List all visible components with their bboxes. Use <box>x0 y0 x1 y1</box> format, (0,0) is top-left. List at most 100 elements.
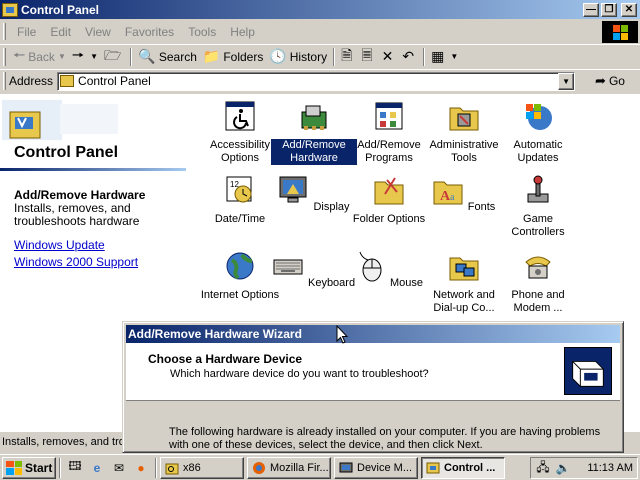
control-panel-icon <box>60 75 75 87</box>
forward-arrow-icon: 🠖 <box>71 46 85 63</box>
go-arrow-icon: ➦ <box>595 73 606 88</box>
accessibility-icon <box>225 101 255 131</box>
item-automatic-updates[interactable]: Automatic Updates <box>495 100 581 165</box>
move-to-icon: 🗎 <box>341 46 353 63</box>
move-to-button[interactable]: 🗎 <box>338 46 358 68</box>
show-desktop-icon[interactable]: 🖽 <box>66 459 84 477</box>
menu-edit[interactable]: Edit <box>43 25 78 39</box>
menu-favorites[interactable]: Favorites <box>118 25 181 39</box>
menu-view[interactable]: View <box>78 25 118 39</box>
toolbar-separator <box>130 47 133 66</box>
addressbar-grip[interactable] <box>3 72 6 90</box>
go-button[interactable]: ➦ Go <box>595 73 625 89</box>
menu-help[interactable]: Help <box>223 25 262 39</box>
undo-icon: ↶ <box>402 48 415 64</box>
hardware-icon <box>301 105 327 130</box>
item-label: Game Controllers <box>511 213 565 238</box>
outlook-icon[interactable]: ✉ <box>110 459 128 477</box>
views-button[interactable]: ▦ ▼ <box>428 46 461 68</box>
calendar-icon: 12 <box>226 176 252 203</box>
restore-button[interactable]: ❐ <box>601 2 617 17</box>
toolbar-grip[interactable] <box>3 47 6 66</box>
selected-item-title: Add/Remove Hardware <box>14 188 146 202</box>
title-bar[interactable]: Control Panel — ❐ ✕ <box>0 0 640 19</box>
address-dropdown-button[interactable]: ▼ <box>558 72 575 90</box>
copy-to-button[interactable]: 🗏 <box>358 46 378 68</box>
chevron-down-icon: ▼ <box>450 52 459 61</box>
header-art <box>2 100 118 140</box>
wizard-subheading: Which hardware device do you want to tro… <box>170 368 429 380</box>
toolbar-separator <box>423 47 426 66</box>
back-arrow-icon: 🠔 <box>13 46 26 63</box>
windows-update-link[interactable]: Windows Update <box>14 238 105 252</box>
history-button[interactable]: 🕓 History <box>266 46 330 68</box>
item-keyboard[interactable]: Keyboard <box>271 250 357 290</box>
delete-button[interactable]: ✕ <box>379 46 400 68</box>
undo-button[interactable]: ↶ <box>399 46 420 68</box>
svg-text:a: a <box>450 192 455 203</box>
item-display[interactable]: Display <box>271 174 357 214</box>
forward-button[interactable]: 🠖 ▼ <box>69 46 101 68</box>
item-mouse[interactable]: Mouse <box>346 250 432 290</box>
menubar-grip[interactable] <box>3 23 6 40</box>
wizard-title: Add/Remove Hardware Wizard <box>128 327 302 341</box>
item-game-controllers[interactable]: Game Controllers <box>495 174 581 239</box>
close-button[interactable]: ✕ <box>621 2 637 17</box>
item-label: Phone and Modem ... <box>511 289 565 314</box>
programs-icon <box>375 102 403 130</box>
firefox-icon[interactable]: ● <box>132 459 150 477</box>
item-folder-options[interactable]: Folder Options <box>346 174 432 226</box>
item-label: Fonts <box>467 201 496 213</box>
item-phone-modem[interactable]: Phone and Modem ... <box>495 250 581 315</box>
search-button[interactable]: 🔍 Search <box>135 46 199 68</box>
item-add-remove-hardware[interactable]: Add/Remove Hardware <box>271 100 357 165</box>
item-label: Internet Options <box>200 289 280 301</box>
taskbar: Start 🖽 e ✉ ● x86 Mozilla Fir... Device … <box>0 454 640 480</box>
quicklaunch-separator <box>59 457 61 478</box>
up-folder-button[interactable]: 🗁 <box>101 46 127 68</box>
delete-icon: ✕ <box>381 48 394 64</box>
fonts-icon: A a <box>433 181 463 205</box>
history-icon: 🕓 <box>269 48 287 64</box>
quicklaunch-separator <box>155 457 157 478</box>
ie-icon[interactable]: e <box>88 459 106 477</box>
address-field[interactable]: Control Panel ▼ <box>57 71 576 91</box>
task-device-manager[interactable]: Device M... <box>334 456 418 479</box>
folders-label: Folders <box>223 49 264 64</box>
task-x86[interactable]: x86 <box>160 456 244 479</box>
address-label: Address <box>9 74 54 88</box>
back-button[interactable]: 🠔 Back ▼ <box>10 46 69 68</box>
up-folder-icon: 🗁 <box>104 46 122 63</box>
item-label: Add/Remove Hardware <box>271 139 357 165</box>
globe-icon <box>226 252 254 280</box>
item-add-remove-programs[interactable]: Add/Remove Programs <box>346 100 432 165</box>
mouse-cursor-icon <box>336 325 348 344</box>
history-label: History <box>289 49 328 64</box>
status-text: Installs, removes, and tro <box>2 436 125 448</box>
menu-file[interactable]: File <box>10 25 43 39</box>
keyboard-icon <box>273 259 303 275</box>
start-button[interactable]: Start <box>2 456 56 479</box>
views-icon: ▦ <box>431 48 445 64</box>
item-label: Mouse <box>390 277 424 289</box>
minimize-button[interactable]: — <box>583 2 599 17</box>
windows-2000-support-link[interactable]: Windows 2000 Support <box>14 255 138 269</box>
item-label: Display <box>313 201 350 213</box>
task-control-panel[interactable]: Control ... <box>421 456 505 479</box>
folders-button[interactable]: 📁 Folders <box>200 46 266 68</box>
volume-icon[interactable]: 🔈 <box>555 460 571 476</box>
search-folder-icon <box>165 463 179 474</box>
network-tray-icon[interactable]: 🖧 <box>535 460 551 476</box>
hardware-wizard-dialog: Add/Remove Hardware Wizard Choose a Hard… <box>122 321 624 453</box>
windows-update-icon <box>526 104 552 130</box>
folders-icon: 📁 <box>202 48 221 64</box>
control-panel-icon <box>426 462 440 473</box>
task-mozilla-firefox[interactable]: Mozilla Fir... <box>247 456 331 479</box>
menu-tools[interactable]: Tools <box>181 25 223 39</box>
task-label: x86 <box>183 461 201 474</box>
clock[interactable]: 11:13 AM <box>587 462 633 474</box>
address-value: Control Panel <box>78 74 151 88</box>
task-label: Control ... <box>444 461 496 474</box>
back-label: Back <box>28 49 55 64</box>
wizard-title-bar[interactable]: Add/Remove Hardware Wizard <box>126 325 620 343</box>
